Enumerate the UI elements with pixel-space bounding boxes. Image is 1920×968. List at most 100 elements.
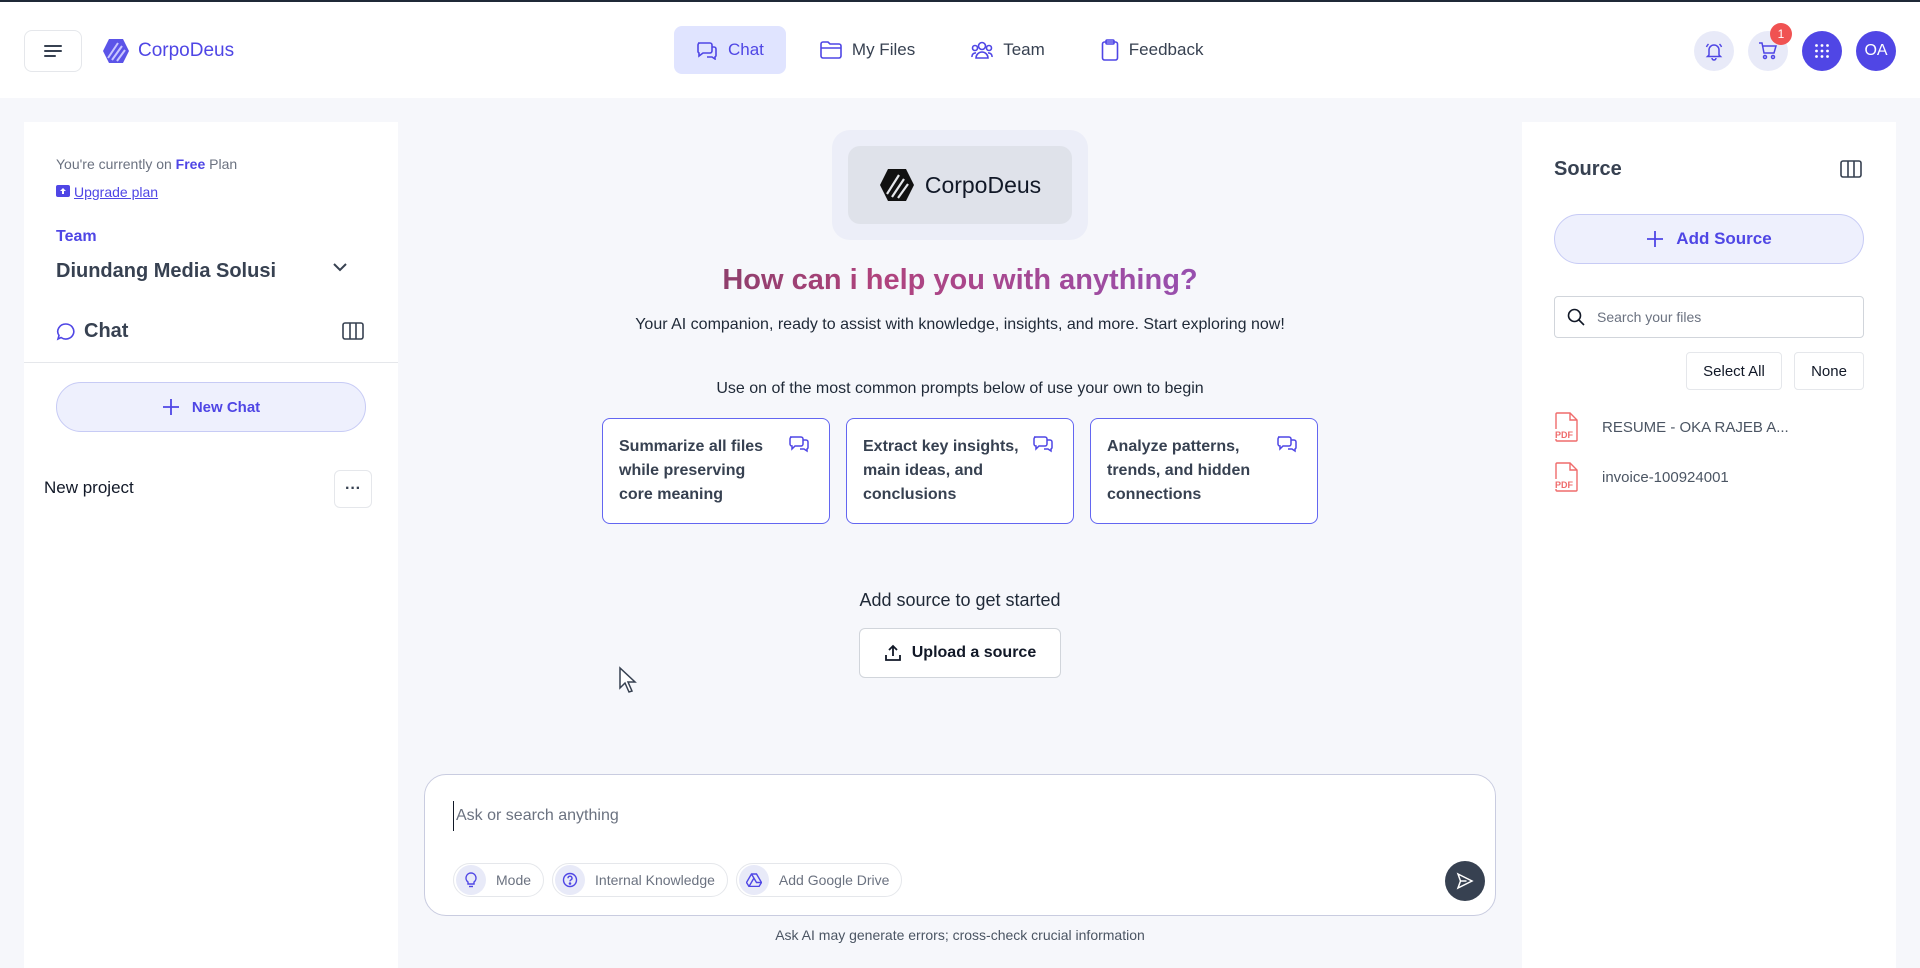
chat-bubbles-icon	[1277, 436, 1297, 453]
nav-team[interactable]: Team	[949, 26, 1067, 74]
chat-bubbles-icon	[697, 42, 717, 60]
cart-icon	[1759, 42, 1777, 60]
nav-feedback-label: Feedback	[1128, 40, 1204, 59]
upgrade-icon	[56, 185, 70, 197]
project-more-button[interactable]: ···	[334, 470, 372, 508]
file-item[interactable]: PDF invoice-100924001	[1554, 462, 1729, 492]
nav-team-label: Team	[1003, 40, 1045, 59]
avatar[interactable]: OA	[1856, 31, 1896, 71]
plus-icon	[162, 399, 179, 415]
file-item[interactable]: PDF RESUME - OKA RAJEB A...	[1554, 412, 1789, 442]
internal-knowledge-chip[interactable]: Internal Knowledge	[552, 863, 728, 897]
header-actions: 1 OA	[1694, 23, 1896, 71]
lightbulb-icon	[456, 865, 486, 895]
ai-disclaimer: Ask AI may generate errors; cross-check …	[775, 927, 1145, 943]
send-icon	[1456, 872, 1474, 890]
upload-source-label: Upload a source	[911, 644, 1037, 661]
plan-prefix: You're currently on	[56, 156, 176, 172]
panel-toggle-icon[interactable]	[342, 322, 364, 340]
prompt-suggestions: Summarize all files while preserving cor…	[602, 418, 1318, 524]
prompt-card-text: Summarize all files while preserving cor…	[619, 438, 764, 503]
plan-status: You're currently on Free Plan	[56, 156, 237, 172]
brand[interactable]: CorpoDeus	[102, 38, 234, 64]
panel-toggle-icon[interactable]	[1840, 160, 1862, 178]
chat-bubble-icon	[56, 322, 75, 341]
brand-logo-icon	[103, 39, 129, 63]
chat-bubbles-icon	[789, 436, 809, 453]
add-google-drive-label: Add Google Drive	[778, 872, 890, 888]
avatar-initials: OA	[1864, 42, 1888, 59]
internal-knowledge-label: Internal Knowledge	[595, 872, 715, 888]
select-none-button[interactable]: None	[1794, 352, 1864, 390]
bell-icon	[1705, 43, 1723, 61]
plan-name: Free	[175, 156, 206, 172]
file-search-input[interactable]	[1597, 309, 1847, 325]
nav-my-files[interactable]: My Files	[798, 26, 937, 74]
chat-title: Chat	[84, 320, 129, 342]
project-item[interactable]: New project	[44, 478, 134, 498]
add-google-drive-chip[interactable]: Add Google Drive	[735, 863, 903, 897]
apps-button[interactable]	[1802, 31, 1842, 71]
google-drive-icon	[738, 865, 769, 895]
file-search	[1554, 296, 1864, 338]
cart-button[interactable]: 1	[1748, 23, 1792, 71]
folder-icon	[820, 41, 842, 59]
top-header: CorpoDeus Chat My Files Team Feedback 1 …	[0, 2, 1920, 98]
main-nav: Chat My Files Team Feedback	[674, 26, 1225, 74]
headline: How can i help you with anything?	[560, 264, 1360, 297]
prompt-card-extract[interactable]: Extract key insights, main ideas, and co…	[846, 418, 1074, 524]
file-name: RESUME - OKA RAJEB A...	[1602, 418, 1789, 436]
left-sidebar: You're currently on Free Plan Upgrade pl…	[24, 122, 398, 968]
menu-button[interactable]	[24, 30, 82, 72]
plan-suffix: Plan	[205, 156, 238, 172]
team-icon	[971, 41, 994, 59]
add-source-label: Add Source	[1676, 229, 1772, 248]
send-button[interactable]	[1445, 861, 1485, 901]
chat-section-header: Chat	[56, 320, 128, 343]
grid-apps-icon	[1815, 44, 1829, 58]
chat-composer: Mode Internal Knowledge Add Google Drive	[424, 774, 1496, 916]
prompt-card-summarize[interactable]: Summarize all files while preserving cor…	[602, 418, 830, 524]
logo-card: CorpoDeus	[848, 146, 1072, 224]
brand-name: CorpoDeus	[138, 40, 235, 61]
chevron-down-icon[interactable]	[332, 262, 348, 272]
team-selector[interactable]: Diundang Media Solusi	[56, 260, 276, 283]
svg-text:PDF: PDF	[1555, 430, 1574, 440]
cart-badge: 1	[1770, 23, 1792, 45]
upload-icon	[884, 644, 901, 661]
mouse-cursor-icon	[619, 666, 637, 693]
sidebar-divider	[24, 362, 398, 363]
logo-card-name: CorpoDeus	[924, 171, 1042, 198]
nav-feedback[interactable]: Feedback	[1079, 26, 1226, 74]
source-title: Source	[1554, 158, 1622, 180]
prompt-card-text: Extract key insights, main ideas, and co…	[863, 438, 1019, 503]
upgrade-plan-link[interactable]: Upgrade plan	[74, 184, 158, 200]
composer-options: Mode Internal Knowledge Add Google Drive	[453, 863, 903, 897]
prompt-card-text: Analyze patterns, trends, and hidden con…	[1107, 438, 1251, 503]
add-source-button[interactable]: Add Source	[1554, 214, 1864, 264]
plus-icon	[1647, 231, 1664, 247]
upgrade-plan: Upgrade plan	[56, 184, 158, 200]
select-all-button[interactable]: Select All	[1686, 352, 1782, 390]
pdf-file-icon: PDF	[1554, 462, 1578, 492]
add-source-hint: Add source to get started	[859, 590, 1061, 610]
chat-input[interactable]	[453, 801, 1453, 831]
prompt-hint: Use on of the most common prompts below …	[716, 380, 1204, 397]
notifications-button[interactable]	[1694, 31, 1734, 71]
file-name: invoice-100924001	[1602, 468, 1729, 486]
nav-my-files-label: My Files	[851, 40, 916, 59]
clipboard-icon	[1101, 39, 1119, 61]
mode-chip-label: Mode	[496, 872, 532, 888]
chat-bubbles-icon	[1033, 436, 1053, 453]
corpodeus-logo-icon	[879, 169, 914, 201]
svg-text:PDF: PDF	[1555, 480, 1574, 490]
new-chat-label: New Chat	[191, 398, 261, 416]
prompt-card-analyze[interactable]: Analyze patterns, trends, and hidden con…	[1090, 418, 1318, 524]
mode-chip[interactable]: Mode	[453, 863, 545, 897]
source-panel: Source Add Source Select All None PDF RE…	[1522, 122, 1896, 968]
hamburger-icon	[44, 45, 62, 57]
new-chat-button[interactable]: New Chat	[56, 382, 366, 432]
search-icon	[1567, 308, 1585, 326]
upload-source-button[interactable]: Upload a source	[859, 628, 1061, 678]
nav-chat[interactable]: Chat	[674, 26, 786, 74]
